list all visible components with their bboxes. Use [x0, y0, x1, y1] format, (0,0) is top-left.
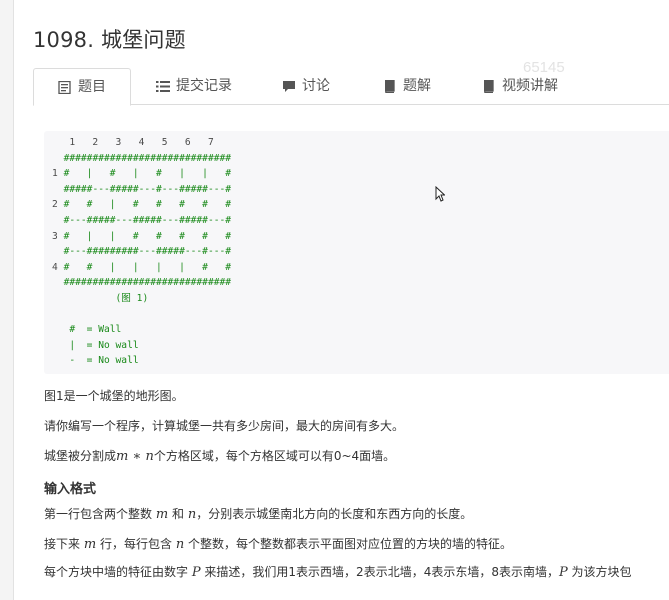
tab-discussion[interactable]: 讨论	[282, 68, 330, 104]
tab-bar: 题目 提交记录 讨论 题解 视频讲解	[33, 68, 669, 106]
tab-label: 视频讲解	[502, 78, 558, 94]
map-line: #############################	[63, 152, 232, 164]
tab-problem[interactable]: 题目	[33, 68, 131, 106]
row-number: 4	[52, 261, 58, 273]
row-number: 1	[52, 168, 58, 180]
input-format-heading: 输入格式	[44, 482, 97, 497]
map-line: #############################	[63, 277, 232, 289]
map-line: # # | | | | # #	[63, 261, 232, 273]
document-icon	[58, 80, 71, 94]
paragraph-2: 请你编写一个程序，计算城堡一共有多少房间，最大的房间有多大。	[44, 419, 405, 433]
legend-line: - = No wall	[52, 355, 139, 367]
map-line: # # | # # # # #	[63, 199, 232, 211]
row-number: 2	[52, 199, 58, 211]
tab-label: 讨论	[302, 78, 330, 94]
paragraph-3: 城堡被分割成m ∗ n个方格区域，每个方格区域可以有0~4面墙。	[44, 449, 396, 464]
tab-label: 题解	[403, 78, 431, 94]
paragraph-4: 第一行包含两个整数 m 和 n，分别表示城堡南北方向的长度和东西方向的长度。	[44, 507, 473, 522]
map-line: #####---#####---#---#####---#	[63, 183, 232, 195]
paragraph-1: 图1是一个城堡的地形图。	[44, 389, 184, 403]
tab-label: 题目	[78, 79, 106, 95]
mouse-pointer-icon	[435, 185, 446, 206]
book-icon	[482, 79, 495, 93]
map-line: #---#####---#####---#####---#	[63, 214, 232, 226]
tab-label: 提交记录	[176, 78, 232, 94]
list-icon	[156, 80, 170, 93]
column-numbers: 1 2 3 4 5 6 7	[52, 137, 214, 148]
legend-line: | = No wall	[52, 339, 139, 351]
legend-line: # = Wall	[52, 324, 122, 336]
figure-caption: (图 1)	[52, 292, 149, 304]
page-title: 1098. 城堡问题	[33, 28, 186, 52]
paragraph-5: 接下来 m 行，每行包含 n 个整数，每个整数都表示平面图对应位置的方块的墙的特…	[44, 537, 513, 552]
comment-icon	[282, 80, 295, 93]
map-line: # | | # # # # #	[63, 230, 232, 242]
map-line: # | # | # | | #	[63, 168, 232, 180]
tab-video[interactable]: 视频讲解	[482, 68, 558, 104]
tab-solutions[interactable]: 题解	[383, 68, 431, 104]
row-number: 3	[52, 230, 58, 242]
paragraph-6: 每个方块中墙的特征由数字 P 来描述，我们用1表示西墙，2表示北墙，4表示东墙，…	[44, 565, 632, 580]
tab-submissions[interactable]: 提交记录	[156, 68, 232, 104]
castle-map-code-block: 1 2 3 4 5 6 7 ##########################…	[44, 131, 669, 374]
map-line: #---#########---#####---#---#	[63, 246, 232, 258]
book-icon	[383, 79, 396, 93]
